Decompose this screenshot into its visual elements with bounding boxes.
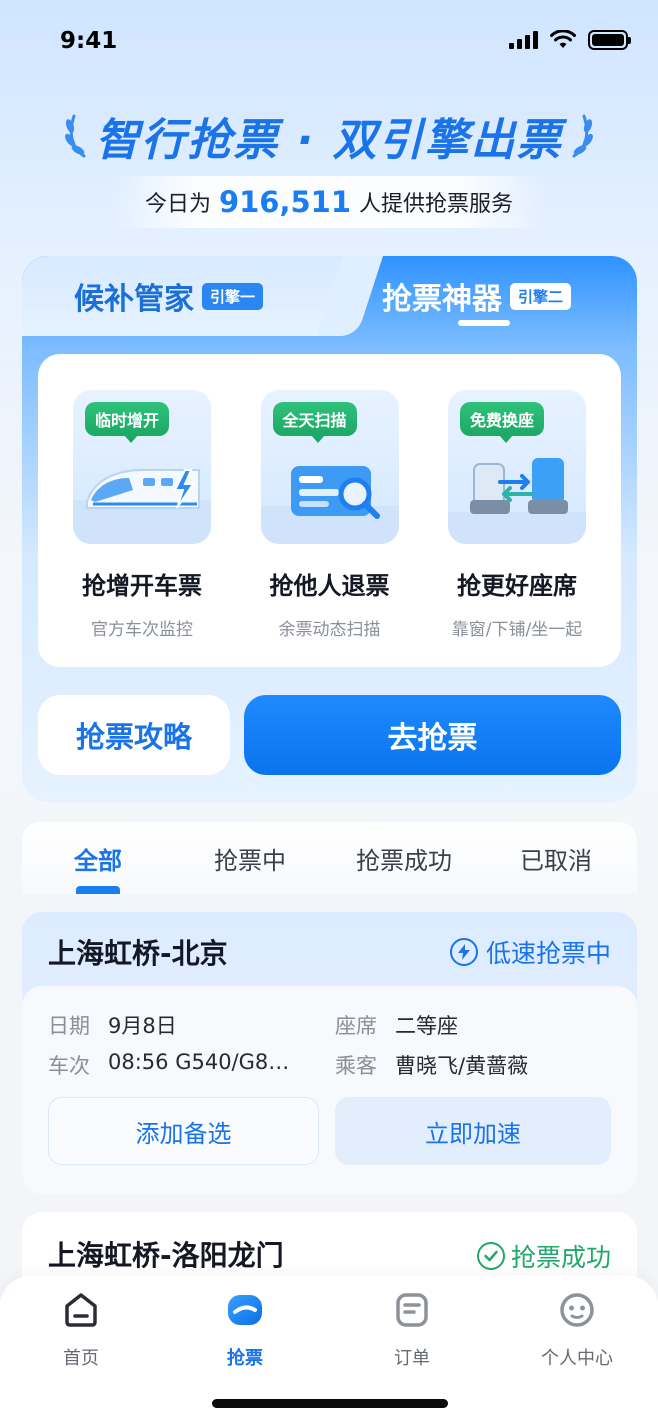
feature-title: 抢更好座席 xyxy=(457,572,577,600)
nav-label: 抢票 xyxy=(227,1348,263,1369)
feature-title: 抢他人退票 xyxy=(269,572,390,600)
nav-grab-ticket[interactable]: 抢票 xyxy=(190,1290,300,1370)
laurel-right-icon xyxy=(572,114,593,158)
order-card[interactable]: 上海虹桥-北京 低速抢票中 日期 9月8日 座席 二等座 车次 08:56 G5… xyxy=(22,912,637,1194)
feature-subtitle: 官方车次监控 xyxy=(91,620,193,640)
service-count-banner: 今日为 916,511 人提供抢票服务 xyxy=(110,176,548,228)
nav-orders[interactable]: 订单 xyxy=(357,1290,467,1370)
feature-subtitle: 靠窗/下铺/坐一起 xyxy=(451,620,583,640)
info-passenger: 乘客 曹晓飞/黄蔷薇 xyxy=(335,1054,529,1078)
nav-home[interactable]: 首页 xyxy=(26,1290,136,1370)
active-tab-indicator xyxy=(458,320,510,326)
profile-icon xyxy=(560,1293,594,1327)
tab-engine-one-label: 候补管家 xyxy=(74,282,194,317)
wifi-icon xyxy=(550,30,576,48)
engine-two-tag: 引擎二 xyxy=(510,282,572,310)
served-prefix: 今日为 xyxy=(144,192,211,217)
battery-icon xyxy=(588,30,631,50)
order-details: 日期 9月8日 座席 二等座 车次 08:56 G540/G8… 乘客 曹晓飞/… xyxy=(22,986,637,1194)
grab-guide-button[interactable]: 抢票攻略 xyxy=(38,695,230,775)
check-circle-icon xyxy=(476,1242,505,1270)
tab-grabbing[interactable]: 抢票中 xyxy=(214,822,286,894)
speed-up-button[interactable]: 立即加速 xyxy=(335,1097,611,1165)
active-filter-indicator xyxy=(76,886,120,894)
feature-panel: 临时增开 抢增开车票 官方车次监控 全天扫描 抢他人退票 余票动态扫描 免费换座… xyxy=(38,354,621,667)
order-status: 低速抢票中 xyxy=(449,934,611,970)
tab-engine-one[interactable]: 候补管家 引擎一 xyxy=(74,256,264,336)
go-grab-ticket-button[interactable]: 去抢票 xyxy=(244,695,621,775)
status-icons xyxy=(509,30,631,50)
order-filter-tabs: 全部 抢票中 抢票成功 已取消 xyxy=(22,822,637,894)
order-status-text: 低速抢票中 xyxy=(485,939,611,968)
info-seat: 座席 二等座 xyxy=(335,1014,458,1038)
cellular-signal-icon xyxy=(509,31,538,49)
nav-label: 个人中心 xyxy=(541,1348,613,1369)
home-indicator xyxy=(212,1399,448,1408)
nav-label: 订单 xyxy=(394,1348,430,1369)
nav-label: 首页 xyxy=(63,1348,99,1369)
order-route: 上海虹桥-北京 xyxy=(48,937,228,970)
lightning-icon xyxy=(449,938,478,966)
feature-add-train[interactable]: 临时增开 抢增开车票 官方车次监控 xyxy=(72,390,212,667)
feature-image: 全天扫描 xyxy=(260,390,399,544)
feature-badge: 免费换座 xyxy=(460,402,545,443)
feature-badge: 全天扫描 xyxy=(272,402,357,443)
home-icon xyxy=(65,1293,97,1327)
info-date: 日期 9月8日 xyxy=(48,1014,177,1038)
served-suffix: 人提供抢票服务 xyxy=(359,192,514,217)
status-bar: 9:41 xyxy=(0,0,658,80)
served-count: 916,511 xyxy=(218,185,352,219)
feature-image: 临时增开 xyxy=(73,390,211,544)
tab-engine-two-label: 抢票神器 xyxy=(382,282,502,317)
feature-title: 抢增开车票 xyxy=(82,572,202,600)
feature-refund-ticket[interactable]: 全天扫描 抢他人退票 余票动态扫描 xyxy=(260,390,400,667)
engine-card: 候补管家 引擎一 抢票神器 引擎二 临时增开 抢增开车票 官方车次监控 全天扫描… xyxy=(22,256,637,802)
hero-title: 智行抢票 · 双引擎出票 xyxy=(95,115,563,166)
order-status: 抢票成功 xyxy=(476,1238,611,1274)
tab-success[interactable]: 抢票成功 xyxy=(356,822,452,894)
status-time: 9:41 xyxy=(60,28,118,54)
grab-ticket-icon xyxy=(228,1295,262,1325)
tab-cancelled[interactable]: 已取消 xyxy=(520,822,592,894)
order-route: 上海虹桥-洛阳龙门 xyxy=(48,1239,284,1272)
info-train: 车次 08:56 G540/G8… xyxy=(48,1050,290,1078)
add-alternative-button[interactable]: 添加备选 xyxy=(48,1097,319,1165)
order-status-text: 抢票成功 xyxy=(510,1243,611,1272)
feature-image: 免费换座 xyxy=(448,390,586,544)
feature-subtitle: 余票动态扫描 xyxy=(278,620,381,640)
order-icon xyxy=(396,1293,428,1327)
engine-one-tag: 引擎一 xyxy=(202,282,264,310)
tab-all[interactable]: 全部 xyxy=(74,822,122,894)
feature-badge: 临时增开 xyxy=(85,402,170,443)
nav-profile[interactable]: 个人中心 xyxy=(522,1290,632,1370)
feature-better-seat[interactable]: 免费换座 抢更好座席 靠窗/下铺/坐一起 xyxy=(447,390,587,667)
